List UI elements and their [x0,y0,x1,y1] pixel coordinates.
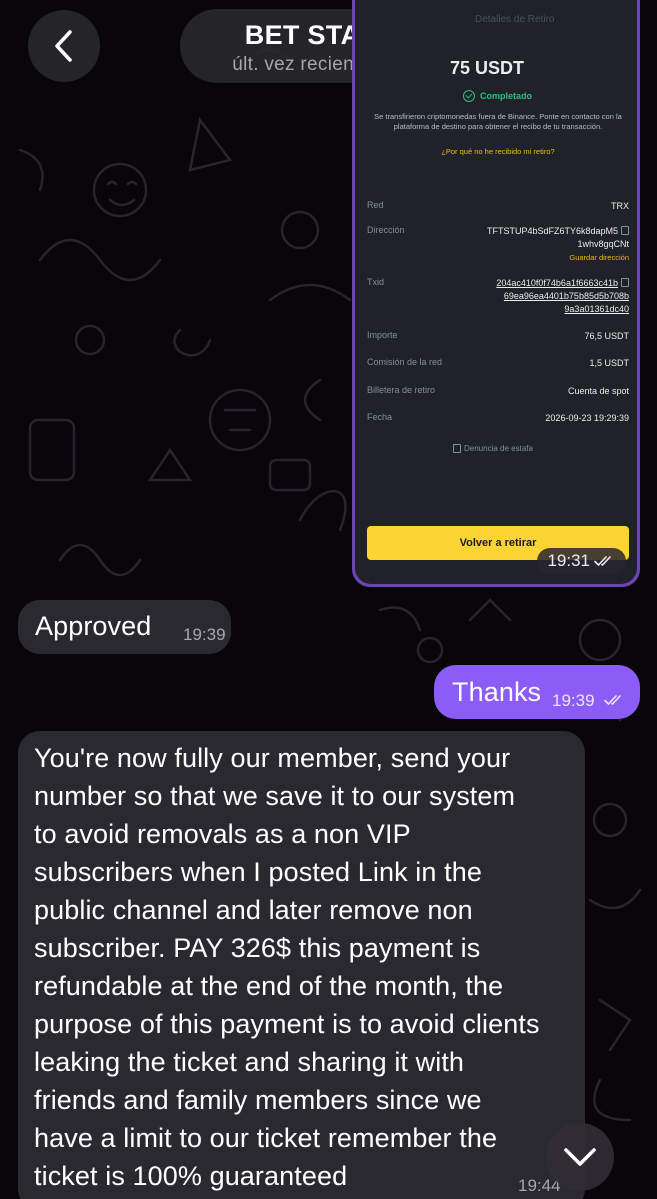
row-txid: Txid 204ac410f0f74b6a1f6663c41b 69ea96ea… [367,277,629,317]
message-line: You're now fully our member, send your [34,743,511,773]
row-value: 1,5 USDT [589,358,629,368]
help-link: ¿Por qué no he recibido mi retiro? [441,147,555,156]
chevron-down-icon [564,1148,596,1166]
chevron-left-icon [55,30,72,62]
status-text: Completado [480,91,533,101]
row-value: Cuenta de spot [567,386,629,396]
address-line: 1whv8gqCNt [577,239,629,249]
message-line: have a limit to our ticket remember the [34,1123,498,1153]
image-message[interactable]: Detalles de Retiro 75 USDT Completado Se… [352,0,640,587]
time-text: 19:31 [547,551,590,570]
message-line: number so that we save it to our system [34,781,516,811]
message-line: public channel and later remove non [34,895,473,925]
scam-report-label: Denuncia de estafa [464,444,533,453]
scam-report-link: Denuncia de estafa [453,444,533,453]
check-circle-icon [463,90,475,102]
txid-line: 69ea96ea4401b75b85d5b708b [503,291,629,301]
message-line: purpose of this payment is to avoid clie… [34,1009,540,1039]
status-badge: Completado [463,90,532,102]
message-text: You're now fully our member, send your n… [34,739,579,1195]
withdrawal-amount: 75 USDT [450,58,525,78]
message-time: 19:39 [552,691,595,710]
report-icon [453,444,461,453]
message-bubble-incoming[interactable]: You're now fully our member, send your n… [18,731,585,1199]
transfer-note: Se transfirieron criptomonedas fuera de … [374,112,622,131]
message-line: leaking the ticket and sharing it with [34,1047,465,1077]
double-check-icon [604,695,621,705]
message-text: Approved [35,611,152,641]
back-button[interactable] [28,10,100,82]
row-label: Importe [367,330,398,340]
message-time: 19:31 [537,548,626,574]
binance-withdrawal-screenshot: Detalles de Retiro 75 USDT Completado Se… [355,0,637,584]
txid-line: 9a3a01361dc40 [564,304,629,314]
message-line: ticket is 100% guaranteed [34,1161,348,1191]
copy-icon [621,278,629,287]
message-time: 19:39 [183,625,226,644]
row-label: Comisión de la red [367,357,443,367]
double-check-icon [594,556,611,566]
screenshot-header-title: Detalles de Retiro [475,14,555,25]
message-line: refundable at the end of the month, the [34,971,504,1001]
txid-line: 204ac410f0f74b6a1f6663c41b [496,278,618,288]
row-value: 204ac410f0f74b6a1f6663c41b 69ea96ea4401b… [496,277,629,316]
scroll-to-bottom-button[interactable] [546,1123,614,1191]
message-line: subscriber. PAY 326$ this payment is [34,933,481,963]
message-text: Thanks [452,677,542,707]
row-label: Red [367,200,384,210]
row-label: Txid [367,277,385,287]
message-line: subscribers when I posted Link in the [34,857,482,887]
row-label: Dirección [367,225,405,235]
message-line: friends and family members since we [34,1085,482,1115]
row-value: TRX [611,201,629,211]
row-value: 76,5 USDT [584,331,629,341]
row-value: 2026-09-23 19:29:39 [545,413,629,423]
row-label: Fecha [367,412,393,422]
row-label: Billetera de retiro [367,385,436,395]
message-bubble-outgoing[interactable]: Thanks 19:39 [434,665,640,719]
address-line: TFTSTUP4bSdFZ6TY6k8dapM5 [486,226,618,236]
save-address-link: Guardar dirección [569,253,629,262]
row-address: Dirección TFTSTUP4bSdFZ6TY6k8dapM5 1whv8… [367,225,629,265]
message-line: to avoid removals as a non VIP [34,819,411,849]
row-value: TFTSTUP4bSdFZ6TY6k8dapM5 1whv8gqCNt [487,225,629,251]
message-bubble-incoming[interactable]: Approved 19:39 [18,600,231,654]
copy-icon [621,226,629,235]
